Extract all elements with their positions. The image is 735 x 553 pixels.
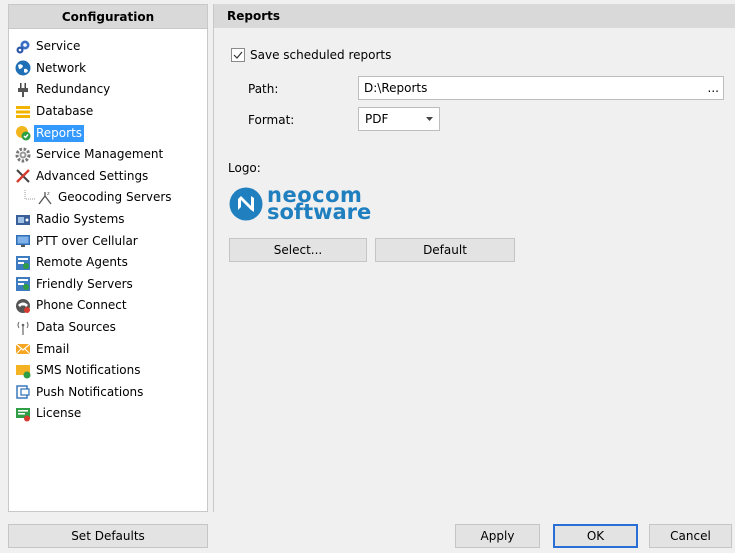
email-icon (14, 341, 31, 358)
tree-item-label: Service (36, 39, 81, 54)
svg-text:z: z (47, 191, 50, 197)
tree-item-friendly-servers[interactable]: Friendly Servers (9, 274, 207, 296)
tree-item-sms-notifications[interactable]: SMS Notifications (9, 360, 207, 382)
tree-item-label: Radio Systems (36, 212, 125, 227)
tree-item-label: Push Notifications (36, 384, 144, 399)
checkmark-icon (233, 51, 243, 59)
reports-header: Reports (214, 4, 735, 28)
set-defaults-button[interactable]: Set Defaults (8, 524, 208, 548)
apply-button[interactable]: Apply (455, 524, 540, 548)
gears-icon (14, 38, 31, 55)
tree-item-data-sources[interactable]: Data Sources (9, 317, 207, 339)
tree-item-label: Geocoding Servers (58, 190, 172, 205)
path-field[interactable]: D:\Reports ... (358, 76, 724, 100)
format-select[interactable]: PDF (358, 107, 440, 131)
logo-line-2: software (267, 200, 372, 224)
tree-item-push-notifications[interactable]: Push Notifications (9, 382, 207, 404)
tree-item-network[interactable]: Network (9, 58, 207, 80)
tree-item-email[interactable]: Email (9, 338, 207, 360)
tree-item-label: Friendly Servers (36, 276, 133, 291)
tree-item-label: License (36, 406, 82, 421)
select-logo-button[interactable]: Select... (229, 238, 367, 262)
tree-item-label: Email (36, 341, 70, 356)
tree-item-reports[interactable]: Reports (9, 122, 207, 144)
tree-item-label: Database (36, 104, 94, 119)
reports-panel: Reports Save scheduled reports Path: D:\… (213, 4, 735, 512)
default-logo-button[interactable]: Default (375, 238, 515, 262)
tree-item-label: Network (36, 60, 87, 75)
tree-item-label: Redundancy (36, 82, 111, 97)
tree-item-service[interactable]: Service (9, 36, 207, 58)
save-scheduled-reports-row: Save scheduled reports (231, 48, 391, 62)
configuration-tree: Service Network Redundancy Database Repo… (9, 29, 207, 425)
radio-icon (14, 211, 31, 228)
save-scheduled-reports-checkbox[interactable] (231, 48, 245, 62)
globe-icon (14, 60, 31, 77)
neocom-logo-icon (229, 187, 263, 221)
tree-item-label: Phone Connect (36, 298, 127, 313)
tools-icon (14, 168, 31, 185)
neocom-logo-text: neocom software (267, 185, 372, 224)
neocom-logo: neocom software (229, 185, 372, 224)
path-label: Path: (248, 82, 279, 96)
path-value: D:\Reports (364, 81, 428, 95)
chevron-down-icon (426, 117, 433, 121)
tree-item-redundancy[interactable]: Redundancy (9, 79, 207, 101)
ok-button[interactable]: OK (553, 524, 638, 548)
format-value: PDF (365, 112, 389, 126)
reports-icon (14, 125, 31, 142)
tree-item-service-management[interactable]: Service Management (9, 144, 207, 166)
tree-item-database[interactable]: Database (9, 101, 207, 123)
browse-path-button[interactable]: ... (708, 77, 719, 99)
cancel-button[interactable]: Cancel (649, 524, 732, 548)
sms-icon (14, 362, 31, 379)
phone-icon (14, 297, 31, 314)
format-label: Format: (248, 113, 295, 127)
servers-icon (14, 276, 31, 293)
geocoding-icon: z (36, 189, 53, 206)
tree-item-ptt-over-cellular[interactable]: PTT over Cellular (9, 230, 207, 252)
logo-label: Logo: (228, 161, 261, 175)
tree-item-label: Reports (34, 124, 85, 142)
tree-item-remote-agents[interactable]: Remote Agents (9, 252, 207, 274)
tree-item-label: Service Management (36, 147, 164, 162)
database-icon (14, 103, 31, 120)
tree-item-label: Remote Agents (36, 255, 128, 270)
tree-connector-icon (23, 189, 35, 206)
tree-item-phone-connect[interactable]: Phone Connect (9, 295, 207, 317)
antenna-icon (14, 319, 31, 336)
save-scheduled-reports-label[interactable]: Save scheduled reports (250, 48, 391, 62)
tree-item-label: SMS Notifications (36, 363, 141, 378)
push-icon (14, 384, 31, 401)
tree-item-label: Data Sources (36, 320, 116, 335)
tree-item-advanced-settings[interactable]: Advanced Settings (9, 166, 207, 188)
tree-item-license[interactable]: License (9, 403, 207, 425)
monitor-icon (14, 233, 31, 250)
configuration-header: Configuration (9, 5, 207, 29)
plug-icon (14, 81, 31, 98)
tree-item-radio-systems[interactable]: Radio Systems (9, 209, 207, 231)
license-icon (14, 405, 31, 422)
agents-icon (14, 254, 31, 271)
tree-item-label: PTT over Cellular (36, 233, 138, 248)
tree-item-label: Advanced Settings (36, 168, 149, 183)
configuration-panel: Configuration Service Network Redundancy… (8, 4, 208, 512)
gear-icon (14, 146, 31, 163)
tree-item-geocoding-servers[interactable]: z Geocoding Servers (9, 187, 207, 209)
